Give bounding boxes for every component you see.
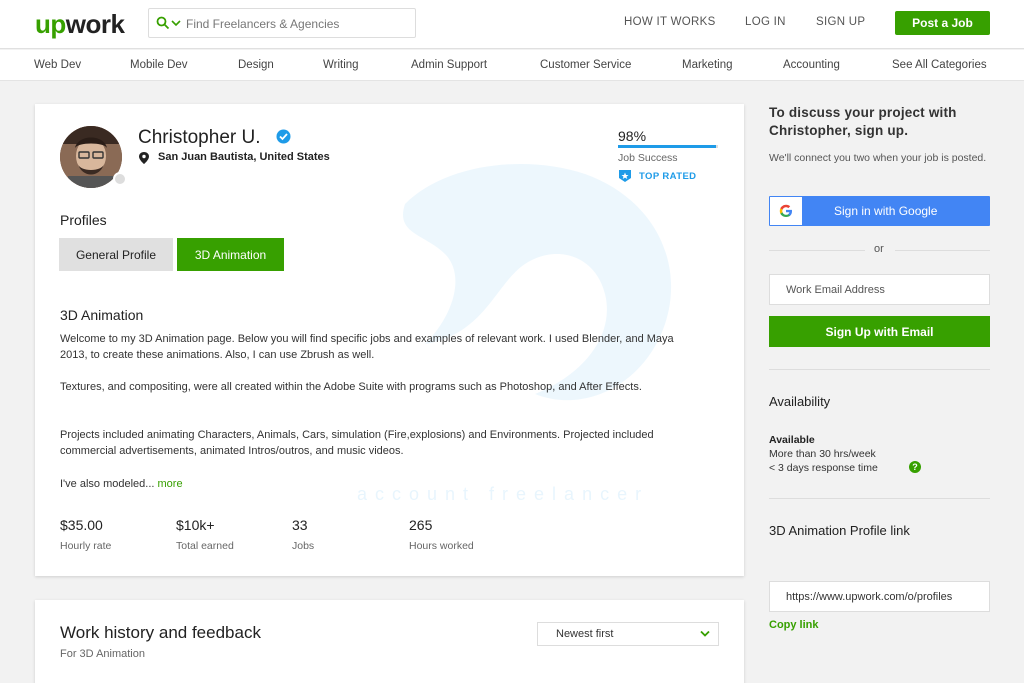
- chevron-down-icon[interactable]: [171, 16, 181, 30]
- category-accounting[interactable]: Accounting: [783, 59, 840, 71]
- work-history-title: Work history and feedback: [60, 623, 261, 642]
- work-history-card: Work history and feedback For 3D Animati…: [35, 600, 744, 683]
- chevron-down-icon: [700, 630, 710, 637]
- nav-how-it-works[interactable]: HOW IT WORKS: [624, 16, 716, 28]
- top-rated-badge-icon: [619, 170, 631, 182]
- job-success-bar: [618, 145, 718, 148]
- stat-total-earned-label: Total earned: [176, 540, 234, 552]
- section-title: 3D Animation: [60, 307, 144, 323]
- tab-general-profile[interactable]: General Profile: [59, 238, 173, 271]
- online-status-dot: [113, 172, 127, 186]
- google-logo-box: [770, 197, 802, 225]
- freelancer-name: Christopher U.: [138, 127, 261, 148]
- help-icon[interactable]: ?: [909, 461, 921, 473]
- stat-hourly-rate-label: Hourly rate: [60, 540, 112, 552]
- divider: [769, 250, 865, 251]
- stat-hours-worked-value: 265: [409, 517, 433, 533]
- job-success-label: Job Success: [618, 152, 678, 164]
- category-mobile-dev[interactable]: Mobile Dev: [130, 59, 188, 71]
- divider: [895, 250, 990, 251]
- search-icon[interactable]: [156, 16, 170, 30]
- tab-3d-animation[interactable]: 3D Animation: [177, 238, 284, 271]
- signup-description: We'll connect you two when your job is p…: [769, 152, 987, 164]
- availability-response-time: < 3 days response time: [769, 462, 878, 474]
- top-navigation-bar: upwork HOW IT WORKS LOG IN SIGN UP Post …: [0, 0, 1024, 49]
- stat-jobs-label: Jobs: [292, 540, 315, 552]
- description-paragraph: Welcome to my 3D Animation page. Below y…: [60, 333, 674, 361]
- sort-dropdown[interactable]: Newest first: [537, 622, 719, 646]
- logo-up: up: [35, 9, 66, 39]
- profile-card: account freelancer Christopher U. San Ju…: [35, 104, 744, 576]
- more-link[interactable]: more: [158, 478, 183, 490]
- location-pin-icon: [139, 152, 149, 164]
- divider: [769, 369, 990, 370]
- post-a-job-button[interactable]: Post a Job: [895, 11, 990, 35]
- verified-check-icon: [276, 129, 291, 144]
- sign-up-with-email-button[interactable]: Sign Up with Email: [769, 316, 990, 347]
- watermark-bird-icon: [403, 164, 672, 401]
- stat-total-earned-value: $10k+: [176, 517, 215, 533]
- category-writing[interactable]: Writing: [323, 59, 359, 71]
- profile-link-field[interactable]: [769, 581, 990, 612]
- description-paragraph: I've also modeled... more: [60, 476, 680, 492]
- work-history-subtitle: For 3D Animation: [60, 648, 145, 660]
- location-text: San Juan Bautista, United States: [158, 151, 330, 163]
- availability-hours: More than 30 hrs/week: [769, 448, 876, 460]
- search-box[interactable]: [148, 8, 416, 38]
- signup-heading: To discuss your project with Christopher…: [769, 105, 957, 138]
- job-success-value: 98%: [618, 128, 647, 144]
- category-see-all[interactable]: See All Categories: [892, 59, 987, 71]
- category-customer-service[interactable]: Customer Service: [540, 59, 631, 71]
- category-design[interactable]: Design: [238, 59, 274, 71]
- description-paragraph: Textures, and compositing, were all crea…: [60, 381, 642, 393]
- stat-hourly-rate-value: $35.00: [60, 517, 103, 533]
- search-input[interactable]: [186, 15, 406, 33]
- google-button-label: Sign in with Google: [834, 204, 938, 218]
- google-icon: [779, 204, 792, 217]
- sign-in-with-google-button[interactable]: Sign in with Google: [769, 196, 990, 226]
- upwork-logo[interactable]: upwork: [35, 9, 125, 40]
- stat-hours-worked-label: Hours worked: [409, 540, 474, 552]
- nav-log-in[interactable]: LOG IN: [745, 16, 786, 28]
- availability-status: Available: [769, 434, 815, 446]
- profiles-heading: Profiles: [60, 212, 107, 228]
- availability-heading: Availability: [769, 394, 831, 409]
- or-separator: or: [874, 243, 884, 255]
- category-marketing[interactable]: Marketing: [682, 59, 733, 71]
- description-paragraph: Projects included animating Characters, …: [60, 429, 654, 457]
- top-rated-label: TOP RATED: [639, 171, 697, 182]
- job-success-bar-fill: [618, 145, 716, 148]
- stat-jobs-value: 33: [292, 517, 308, 533]
- profile-link-heading: 3D Animation Profile link: [769, 523, 910, 538]
- description-teaser: I've also modeled...: [60, 478, 155, 490]
- category-web-dev[interactable]: Web Dev: [34, 59, 81, 71]
- logo-work: work: [65, 9, 125, 39]
- category-admin-support[interactable]: Admin Support: [411, 59, 487, 71]
- work-email-field[interactable]: [769, 274, 990, 305]
- copy-link-button[interactable]: Copy link: [769, 619, 819, 631]
- nav-sign-up[interactable]: SIGN UP: [816, 16, 865, 28]
- category-bar: Web Dev Mobile Dev Design Writing Admin …: [0, 50, 1024, 81]
- sort-dropdown-value: Newest first: [556, 628, 614, 640]
- divider: [769, 498, 990, 499]
